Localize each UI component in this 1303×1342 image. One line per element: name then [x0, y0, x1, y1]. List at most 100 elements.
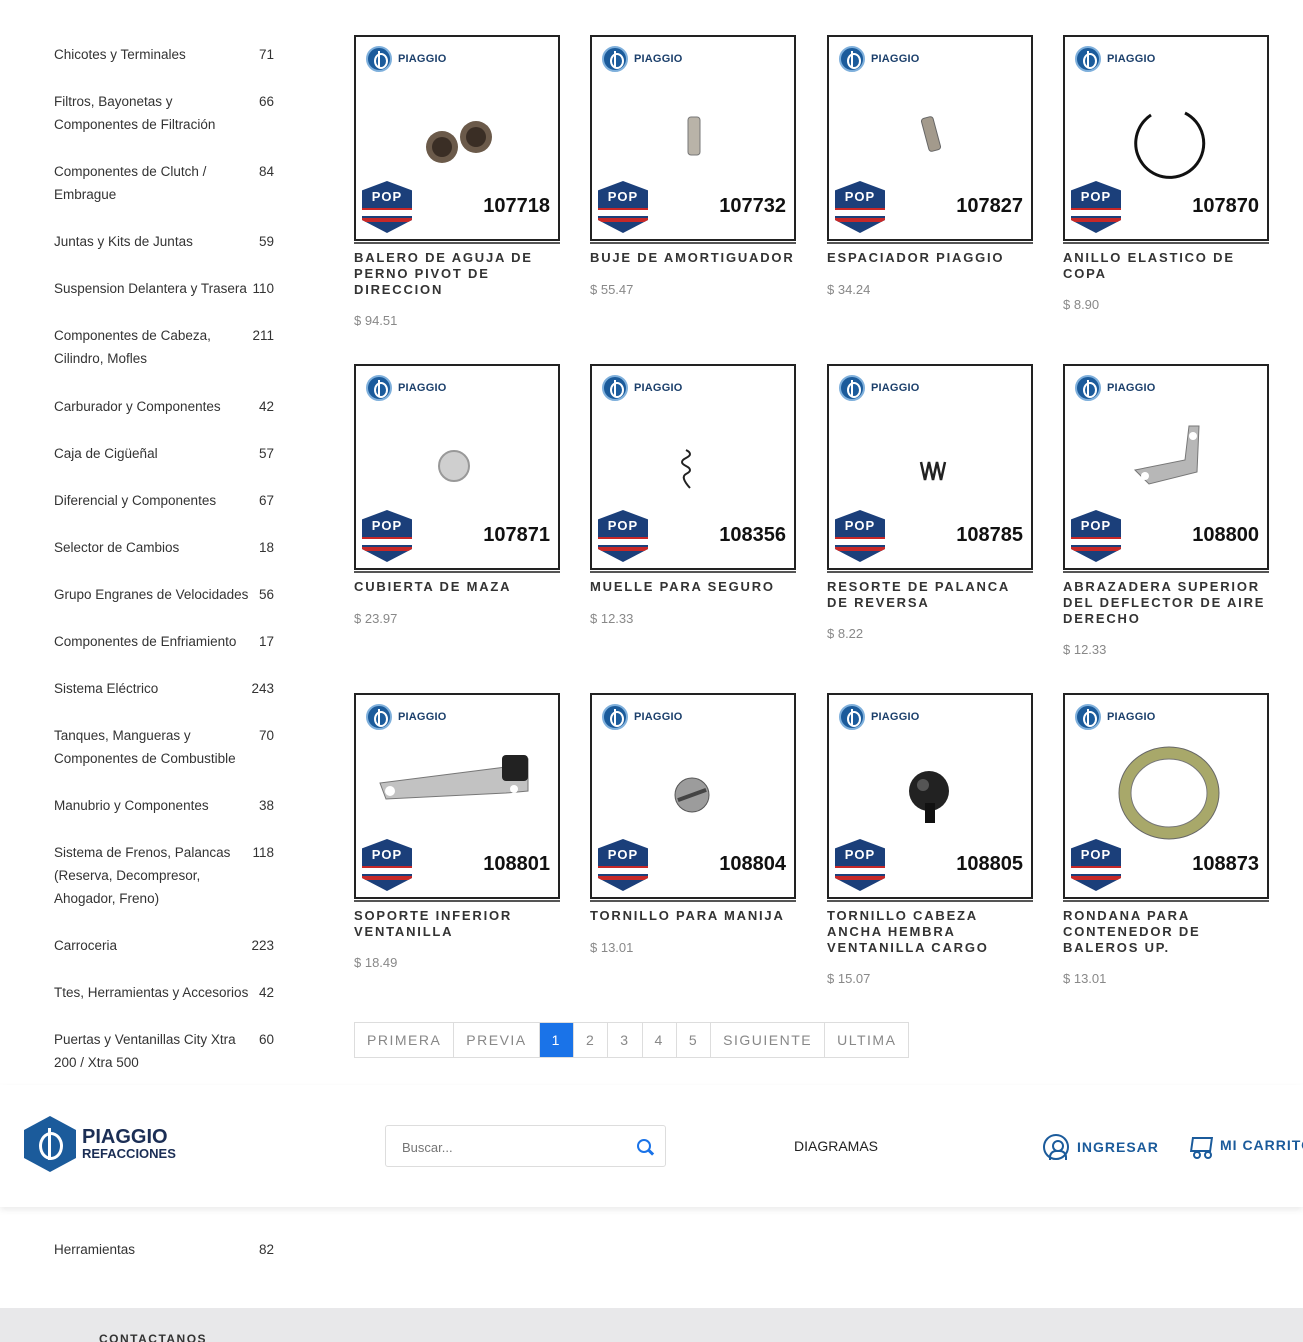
product-sku: 107732 — [719, 195, 786, 217]
product-image[interactable]: PIAGGIO POP 108785 — [827, 364, 1033, 570]
product-sku: 108356 — [719, 524, 786, 546]
category-item[interactable]: Ttes, Herramientas y Accesorios 42 — [54, 981, 276, 1004]
pop-label: POP — [607, 189, 639, 204]
category-item[interactable]: Componentes de Clutch / Embrague 84 — [54, 160, 276, 206]
page-5-button[interactable]: 5 — [677, 1023, 712, 1057]
piaggio-badge: PIAGGIO — [839, 375, 919, 401]
pop-label: POP — [371, 189, 403, 204]
product-image[interactable]: PIAGGIO POP 108873 — [1063, 693, 1269, 899]
category-count: 70 — [258, 728, 274, 743]
category-name: Suspension Delantera y Trasera — [54, 281, 247, 296]
product-price: $ 18.49 — [354, 955, 398, 970]
category-count: 57 — [258, 446, 274, 461]
pop-label: POP — [1080, 189, 1112, 204]
product-image[interactable]: PIAGGIO POP 107827 — [827, 35, 1033, 241]
category-name: Selector de Cambios — [54, 540, 180, 555]
page-first-button[interactable]: PRIMERA — [355, 1023, 455, 1057]
page-3-button[interactable]: 3 — [608, 1023, 643, 1057]
category-item[interactable]: Carburador y Componentes 42 — [54, 395, 276, 418]
brand-label: PIAGGIO — [398, 53, 447, 65]
page-last-button[interactable]: ULTIMA — [825, 1023, 908, 1057]
category-count: 118 — [252, 845, 274, 860]
brand-label: PIAGGIO — [398, 711, 447, 723]
product-title[interactable]: RONDANA PARA CONTENEDOR DE BALEROS UP. — [1063, 908, 1269, 956]
product-sku: 107718 — [483, 195, 550, 217]
product-image[interactable]: PIAGGIO POP 108800 — [1063, 364, 1269, 570]
category-name: Filtros, Bayonetas y Componentes de Filt… — [54, 94, 216, 132]
page-next-button[interactable]: SIGUIENTE — [711, 1023, 826, 1057]
product-title[interactable]: TORNILLO CABEZA ANCHA HEMBRA VENTANILLA … — [827, 908, 1033, 956]
piaggio-badge: PIAGGIO — [1075, 46, 1155, 72]
search-icon[interactable] — [637, 1139, 651, 1153]
category-item[interactable]: Suspension Delantera y Trasera 110 — [54, 277, 276, 300]
category-item[interactable]: Diferencial y Componentes 67 — [54, 489, 276, 512]
page-1-button[interactable]: 1 — [539, 1023, 574, 1057]
category-name: Manubrio y Componentes — [54, 798, 209, 813]
login-link[interactable]: INGRESAR — [1043, 1134, 1159, 1160]
category-count: 56 — [258, 587, 274, 602]
category-item[interactable]: Tanques, Mangueras y Componentes de Comb… — [54, 724, 276, 770]
category-item[interactable]: Sistema Eléctrico 243 — [54, 677, 276, 700]
product-price: $ 12.33 — [590, 611, 634, 626]
category-item[interactable]: Componentes de Enfriamiento 17 — [54, 630, 276, 653]
product-price: $ 8.22 — [827, 626, 864, 641]
category-item[interactable]: Puertas y Ventanillas City Xtra 200 / Xt… — [54, 1028, 276, 1074]
divider — [590, 571, 796, 573]
product-title[interactable]: BALERO DE AGUJA DE PERNO PIVOT DE DIRECC… — [354, 250, 560, 298]
category-name: Carburador y Componentes — [54, 399, 221, 414]
product-image[interactable]: PIAGGIO POP 108356 — [590, 364, 796, 570]
product-sku: 107871 — [483, 524, 550, 546]
product-title[interactable]: CUBIERTA DE MAZA — [354, 579, 560, 595]
category-name: Juntas y Kits de Juntas — [54, 234, 193, 249]
category-item[interactable]: Componentes de Cabeza, Cilindro, Mofles 2… — [54, 324, 276, 370]
category-item[interactable]: Filtros, Bayonetas y Componentes de Filt… — [54, 90, 276, 136]
logo-title: PIAGGIO — [82, 1126, 168, 1148]
brand-label: PIAGGIO — [1107, 382, 1156, 394]
piaggio-logo-icon — [839, 704, 865, 730]
product-image[interactable]: PIAGGIO POP 108801 — [354, 693, 560, 899]
product-title[interactable]: TORNILLO PARA MANIJA — [590, 908, 796, 924]
product-image[interactable]: PIAGGIO POP 107870 — [1063, 35, 1269, 241]
pagination: PRIMERA PREVIA 1 2 3 4 5 SIGUIENTE ULTIM… — [354, 1022, 910, 1058]
product-title[interactable]: ABRAZADERA SUPERIOR DEL DEFLECTOR DE AIR… — [1063, 579, 1269, 627]
product-image[interactable]: PIAGGIO POP 107718 — [354, 35, 560, 241]
category-item[interactable]: Herramientas 82 — [54, 1238, 276, 1261]
product-title[interactable]: MUELLE PARA SEGURO — [590, 579, 796, 595]
category-item[interactable]: Juntas y Kits de Juntas 59 — [54, 230, 276, 253]
diagrams-link[interactable]: DIAGRAMAS — [794, 1138, 878, 1154]
product-title[interactable]: SOPORTE INFERIOR VENTANILLA — [354, 908, 560, 940]
user-icon — [1043, 1134, 1069, 1160]
category-item[interactable]: Caja de Cigüeñal 57 — [54, 442, 276, 465]
category-item[interactable]: Grupo Engranes de Velocidades 56 — [54, 583, 276, 606]
divider — [354, 900, 560, 902]
brand-label: PIAGGIO — [1107, 53, 1156, 65]
product-title[interactable]: ESPACIADOR PIAGGIO — [827, 250, 1033, 266]
page-2-button[interactable]: 2 — [574, 1023, 609, 1057]
piaggio-badge: PIAGGIO — [839, 704, 919, 730]
product-image[interactable]: PIAGGIO POP 107871 — [354, 364, 560, 570]
divider — [1063, 571, 1269, 573]
category-item[interactable]: Carroceria 223 — [54, 934, 276, 957]
category-item[interactable]: Selector de Cambios 18 — [54, 536, 276, 559]
category-name: Diferencial y Componentes — [54, 493, 217, 508]
product-image[interactable]: PIAGGIO POP 108804 — [590, 693, 796, 899]
category-count: 84 — [258, 164, 274, 179]
category-item[interactable]: Chicotes y Terminales 71 — [54, 43, 276, 66]
category-item[interactable]: Sistema de Frenos, Palancas (Reserva, De… — [54, 841, 276, 910]
page-prev-button[interactable]: PREVIA — [454, 1023, 540, 1057]
product-title[interactable]: ANILLO ELASTICO DE COPA — [1063, 250, 1269, 282]
product-title[interactable]: BUJE DE AMORTIGUADOR — [590, 250, 796, 266]
product-image[interactable]: PIAGGIO POP 108805 — [827, 693, 1033, 899]
category-count: 82 — [258, 1242, 274, 1257]
search-box — [385, 1125, 666, 1167]
search-input[interactable] — [402, 1136, 622, 1158]
product-title[interactable]: RESORTE DE PALANCA DE REVERSA — [827, 579, 1033, 611]
category-name: Puertas y Ventanillas City Xtra 200 / Xt… — [54, 1032, 236, 1070]
page-4-button[interactable]: 4 — [643, 1023, 677, 1057]
cart-link[interactable]: MI CARRITO — [1188, 1134, 1303, 1159]
product-sku: 107870 — [1192, 195, 1259, 217]
pop-label: POP — [1080, 518, 1112, 533]
category-item[interactable]: Manubrio y Componentes 38 — [54, 794, 276, 817]
site-logo[interactable]: PIAGGIO REFACCIONES — [24, 1116, 176, 1172]
product-image[interactable]: PIAGGIO POP 107732 — [590, 35, 796, 241]
